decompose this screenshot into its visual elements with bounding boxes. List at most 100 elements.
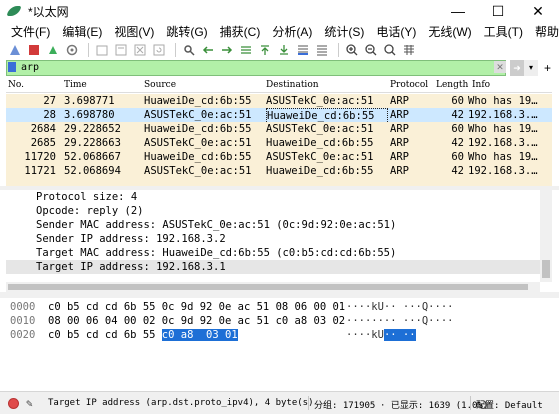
colorize-icon[interactable] [315, 43, 329, 57]
first-packet-icon[interactable] [258, 43, 272, 57]
packet-destination: HuaweiDe_cd:6b:55 [266, 165, 374, 177]
bytes-hex[interactable]: 08 00 06 04 00 02 0c 9d 92 0e ac 51 c0 a… [48, 314, 345, 328]
menu-help[interactable]: 帮助(H) [530, 23, 559, 40]
menu-statistics[interactable]: 统计(S) [319, 23, 371, 40]
column-time[interactable]: Time [64, 80, 87, 90]
detail-protocol-size[interactable]: Protocol size: 4 [6, 190, 540, 204]
menu-telephony[interactable]: 电话(Y) [371, 23, 423, 40]
autoscroll-icon[interactable] [296, 43, 310, 57]
packet-protocol: ARP [390, 123, 409, 135]
menu-analyze[interactable]: 分析(A) [267, 23, 319, 40]
reload-file-icon[interactable] [152, 43, 166, 57]
detail-sender-ip[interactable]: Sender IP address: 192.168.3.2 [6, 232, 540, 246]
bytes-ascii-plain: ····kU [346, 329, 384, 341]
packet-info: 192.168.3.… [468, 165, 538, 177]
apply-filter-icon[interactable]: ➜ [510, 60, 524, 76]
column-destination[interactable]: Destination [266, 80, 319, 90]
close-button[interactable]: ✕ [518, 0, 558, 22]
bytes-ascii[interactable]: ····kU·· ···Q···· [346, 300, 453, 314]
expert-info-icon[interactable] [8, 398, 19, 409]
bytes-ascii[interactable]: ····kU·· ·· [346, 328, 416, 342]
packet-source: ASUSTekC_0e:ac:51 [144, 165, 252, 177]
display-filter-input[interactable]: arp [6, 60, 506, 76]
menu-file[interactable]: 文件(F) [6, 23, 57, 40]
capture-options-icon[interactable] [65, 43, 79, 57]
filter-bookmark-icon[interactable] [8, 62, 16, 72]
packet-time: 52.068667 [64, 151, 121, 163]
detail-opcode[interactable]: Opcode: reply (2) [6, 204, 540, 218]
toolbar-separator [88, 43, 89, 57]
packet-length: 60 [451, 123, 464, 135]
packet-destination: HuaweiDe_cd:6b:55 [266, 137, 374, 149]
packet-row[interactable]: 27 3.698771 HuaweiDe_cd:6b:55 ASUSTekC_0… [6, 94, 552, 108]
detail-sender-mac[interactable]: Sender MAC address: ASUSTekC_0e:ac:51 (0… [6, 218, 540, 232]
stop-capture-icon[interactable] [27, 43, 41, 57]
status-separator [470, 396, 471, 410]
minimize-button[interactable]: — [438, 0, 478, 22]
display-filter-bar: arp ✕ ➜ ▾ + [6, 60, 552, 76]
go-forward-icon[interactable] [220, 43, 234, 57]
zoom-out-icon[interactable] [364, 43, 378, 57]
menu-edit[interactable]: 编辑(E) [57, 23, 109, 40]
packet-destination: ASUSTekC_0e:ac:51 [266, 123, 374, 135]
packet-row[interactable]: 11721 52.068694 ASUSTekC_0e:ac:51 Huawei… [6, 164, 552, 178]
packet-row-partial[interactable] [6, 178, 552, 186]
details-vertical-scrollbar[interactable] [540, 190, 552, 282]
packet-protocol: ARP [390, 137, 409, 149]
title-bar: *以太网 — ☐ ✕ [0, 0, 559, 22]
menu-view[interactable]: 视图(V) [109, 23, 161, 40]
column-source[interactable]: Source [144, 80, 176, 90]
packet-row[interactable]: 2685 29.228663 ASUSTekC_0e:ac:51 HuaweiD… [6, 136, 552, 150]
restart-capture-icon[interactable] [46, 43, 60, 57]
bytes-hex[interactable]: c0 b5 cd cd 6b 55 0c 9d 92 0e ac 51 08 0… [48, 300, 345, 314]
start-capture-icon[interactable] [8, 43, 22, 57]
bytes-ascii[interactable]: ········ ···Q···· [346, 314, 453, 328]
save-file-icon[interactable] [114, 43, 128, 57]
packet-destination: ASUSTekC_0e:ac:51 [266, 95, 374, 107]
column-length[interactable]: Length [436, 80, 468, 90]
column-no[interactable]: No. [8, 80, 24, 90]
scrollbar-thumb[interactable] [542, 260, 550, 278]
go-to-packet-icon[interactable] [239, 43, 253, 57]
window-title: *以太网 [28, 4, 69, 19]
status-displayed: · 已显示: 1639 (1.0%) [380, 401, 489, 411]
status-separator [308, 396, 309, 410]
detail-target-mac[interactable]: Target MAC address: HuaweiDe_cd:6b:55 (c… [6, 246, 540, 260]
menu-wireless[interactable]: 无线(W) [423, 23, 478, 40]
last-packet-icon[interactable] [277, 43, 291, 57]
normal-size-icon[interactable] [383, 43, 397, 57]
packet-bytes-pane: 0000 c0 b5 cd cd 6b 55 0c 9d 92 0e ac 51… [6, 299, 552, 387]
go-back-icon[interactable] [201, 43, 215, 57]
menu-go[interactable]: 跳转(G) [161, 23, 214, 40]
details-horizontal-scrollbar[interactable] [6, 282, 540, 292]
scrollbar-thumb[interactable] [8, 284, 528, 290]
filter-history-dropdown-icon[interactable]: ▾ [524, 60, 538, 76]
detail-target-ip[interactable]: Target IP address: 192.168.3.1 [6, 260, 540, 274]
column-info[interactable]: Info [472, 80, 490, 90]
bytes-hex-highlight: c0 a8 03 01 [161, 329, 238, 341]
resize-columns-icon[interactable] [402, 43, 416, 57]
packet-length: 42 [451, 109, 464, 121]
column-protocol[interactable]: Protocol [390, 80, 428, 90]
packet-row[interactable]: 2684 29.228652 HuaweiDe_cd:6b:55 ASUSTek… [6, 122, 552, 136]
add-filter-button-icon[interactable]: + [544, 60, 554, 76]
bytes-row: 0000 c0 b5 cd cd 6b 55 0c 9d 92 0e ac 51… [6, 300, 552, 314]
menu-capture[interactable]: 捕获(C) [215, 23, 268, 40]
bytes-hex[interactable]: c0 b5 cd cd 6b 55 c0 a8 03 01 [48, 328, 238, 342]
clear-filter-icon[interactable]: ✕ [494, 61, 506, 73]
bytes-row: 0010 08 00 06 04 00 02 0c 9d 92 0e ac 51… [6, 314, 552, 328]
packet-row[interactable]: 11720 52.068667 HuaweiDe_cd:6b:55 ASUSTe… [6, 150, 552, 164]
packet-list: No. Time Source Destination Protocol Len… [6, 78, 552, 186]
pane-splitter[interactable] [0, 292, 559, 298]
find-packet-icon[interactable] [182, 43, 196, 57]
edit-comment-icon[interactable]: ✎ [26, 397, 33, 410]
maximize-button[interactable]: ☐ [478, 0, 518, 22]
close-file-icon[interactable] [133, 43, 147, 57]
packet-row-selected[interactable]: 28 3.698780 ASUSTekC_0e:ac:51 HuaweiDe_c… [6, 108, 552, 124]
packet-time: 3.698771 [64, 95, 115, 107]
status-profile[interactable]: 配置: Default [476, 398, 543, 411]
zoom-in-icon[interactable] [345, 43, 359, 57]
menu-tools[interactable]: 工具(T) [479, 23, 530, 40]
open-file-icon[interactable] [95, 43, 109, 57]
packet-destination: ASUSTekC_0e:ac:51 [266, 151, 374, 163]
